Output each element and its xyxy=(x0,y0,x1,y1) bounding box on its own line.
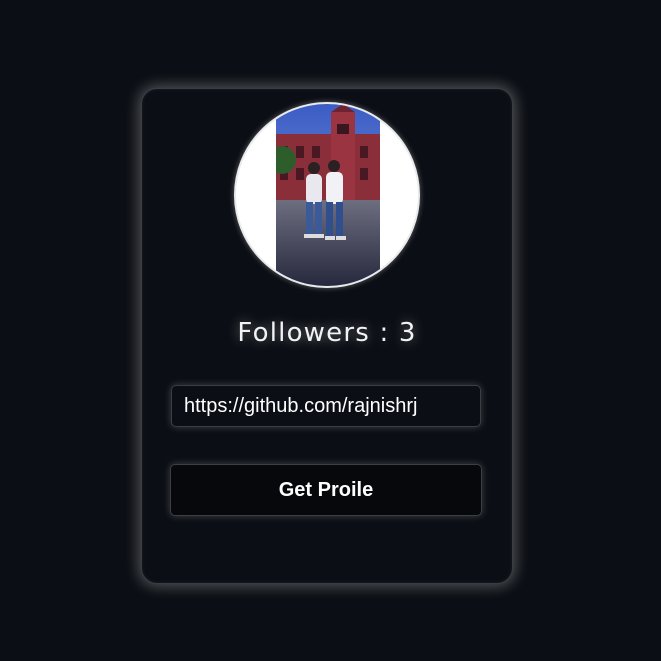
followers-count: Followers : 3 xyxy=(237,318,417,348)
profile-photo-icon xyxy=(276,104,380,286)
page: Followers : 3 Get Proile xyxy=(0,0,661,661)
get-profile-button[interactable]: Get Proile xyxy=(170,464,482,516)
avatar xyxy=(234,102,420,288)
profile-url-input[interactable] xyxy=(171,385,481,427)
